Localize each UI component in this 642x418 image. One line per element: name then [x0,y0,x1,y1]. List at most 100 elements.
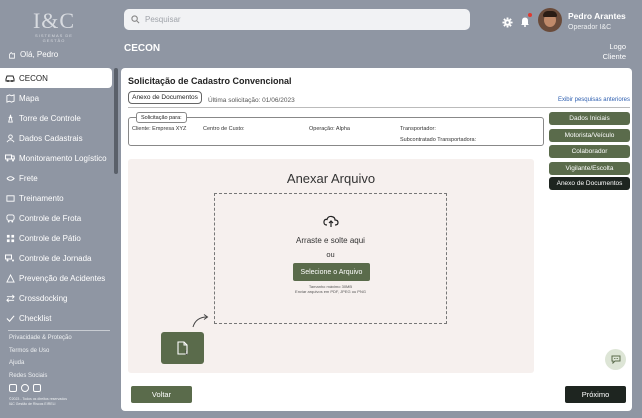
drag-drop-text: Arraste e solte aqui [296,236,365,245]
search-input[interactable] [145,15,445,24]
subcontratado-field: Subcontratado Transportadora: [400,137,477,143]
sidebar-item-checklist[interactable]: Checklist [0,308,112,328]
upload-title: Anexar Arquivo [286,171,376,186]
copyright: ©2023 - Todos os direitos reservados I&C… [9,397,67,407]
truck-icon [5,153,15,163]
training-icon [5,193,15,203]
dragged-file-tile[interactable] [161,332,204,364]
step-vigilante-escolta[interactable]: Vigilante/Escolta [549,162,630,175]
sidebar-item-controle-de-jornada[interactable]: Controle de Jornada [0,248,112,268]
file-dropzone[interactable]: Arraste e solte aqui ou Selecione o Arqu… [214,193,447,324]
sidebar-item-mapa[interactable]: Mapa [0,88,112,108]
sidebar-item-label: Frete [19,173,38,183]
notification-bell-icon[interactable] [520,13,532,32]
sidebar-nav: CECON Mapa Torre de Controle Dados Cadas… [0,68,112,328]
sidebar-item-label: Controle de Jornada [19,253,92,263]
car-icon [5,73,15,83]
step-dados-iniciais[interactable]: Dados Iniciais [549,112,630,125]
show-previous-link[interactable]: Exibir pesquisas anteriores [558,97,630,103]
page-title: CECON [124,43,161,54]
sidebar-item-label: Crossdocking [19,293,68,303]
form-title: Solicitação de Cadastro Convencional [128,76,292,86]
sidebar-item-label: Mapa [19,93,40,103]
sidebar-item-prevencao-de-acidentes[interactable]: Prevenção de Acidentes [0,268,112,288]
or-text: ou [326,250,335,259]
logo-text: I&C [32,8,76,33]
freight-icon [5,173,15,183]
app-logo[interactable]: I&C SISTEMAS DE GESTÃO [28,8,80,44]
operacao-field: Operação: Alpha [309,126,350,132]
footer-link-privacy[interactable]: Privacidade & Proteção [9,335,72,348]
settings-gear-icon[interactable] [502,15,513,33]
footer-link-help[interactable]: Ajuda [9,360,72,373]
social-icons [9,384,41,392]
sidebar-item-monitoramento-logistico[interactable]: Monitoramento Logístico [0,148,112,168]
notification-dot [528,13,532,17]
sidebar-item-controle-de-patio[interactable]: Controle de Pátio [0,228,112,248]
checklist-icon [5,313,15,323]
map-icon [5,93,15,103]
next-button[interactable]: Próximo [565,386,626,403]
user-greeting: Olá, Pedro [8,50,58,59]
user-role: Operador I&C [568,24,612,31]
copyright-line-2: I&C Gestão de Riscos EIRELI [9,402,56,406]
sidebar-item-label: Torre de Controle [19,113,81,123]
last-request-date: Última solicitação: 01/06/2023 [208,97,295,104]
sidebar-item-label: Checklist [19,313,52,323]
request-for-legend: Solicitação para: [136,112,187,123]
sidebar-item-label: CECON [19,73,48,83]
linkedin-icon[interactable] [33,384,41,392]
yard-icon [5,233,15,243]
footer-link-terms[interactable]: Termos de Uso [9,348,72,361]
sidebar-item-label: Prevenção de Acidentes [19,273,106,283]
logo-subtext: SISTEMAS DE GESTÃO [35,33,73,43]
tower-icon [5,113,15,123]
journey-icon [5,253,15,263]
greeting-text: Olá, Pedro [20,50,59,59]
step-motorista-veiculo[interactable]: Motorista/Veículo [549,129,630,142]
cliente-field: Cliente: Empresa XYZ [132,126,187,132]
sidebar-item-label: Monitoramento Logístico [19,153,107,163]
sidebar-item-controle-de-frota[interactable]: Controle de Frota [0,208,112,228]
search-bar[interactable] [124,9,470,30]
back-button[interactable]: Voltar [131,386,192,403]
sidebar-item-label: Treinamento [19,193,64,203]
sidebar-item-treinamento[interactable]: Treinamento [0,188,112,208]
facebook-icon[interactable] [21,384,29,392]
curved-arrow-icon [192,314,210,333]
sidebar-scrollbar[interactable] [114,68,118,174]
centro-custo-field: Centro de Custo: [203,126,245,132]
sidebar-item-label: Dados Cadastrais [19,133,83,143]
sidebar-divider [8,330,110,331]
chat-bubble-icon [611,355,620,364]
header-divider [128,107,630,108]
sidebar: I&C SISTEMAS DE GESTÃO Olá, Pedro CECON … [0,0,120,418]
sidebar-item-torre-de-controle[interactable]: Torre de Controle [0,108,112,128]
request-for-box: Solicitação para: Cliente: Empresa XYZ C… [128,112,544,146]
sidebar-item-label: Controle de Pátio [19,233,81,243]
upload-panel: Anexar Arquivo Arraste e solte aqui ou S… [128,159,534,373]
accident-icon [5,273,15,283]
sidebar-item-label: Controle de Frota [19,213,82,223]
sidebar-item-cecon[interactable]: CECON [0,68,112,88]
cloud-upload-icon [323,215,339,233]
chat-button[interactable] [605,349,626,370]
main-card: Solicitação de Cadastro Convencional Ane… [121,68,632,411]
sidebar-item-frete[interactable]: Frete [0,168,112,188]
footer-links: Privacidade & Proteção Termos de Uso Aju… [9,335,72,385]
formats-text: Enviar arquivos em PDF, JPEG ou PNG [295,288,366,294]
tab-anexo-documentos[interactable]: Anexo de Documentos [128,91,202,104]
hand-wave-icon [9,51,15,59]
instagram-icon[interactable] [9,384,17,392]
search-icon [131,15,140,24]
sidebar-item-dados-cadastrais[interactable]: Dados Cadastrais [0,128,112,148]
avatar-hair [543,11,557,17]
transportador-field: Transportador: [400,126,436,132]
user-data-icon [5,133,15,143]
select-file-button[interactable]: Selecione o Arquivo [293,263,370,281]
sidebar-item-crossdocking[interactable]: Crossdocking [0,288,112,308]
client-logo-placeholder: Logo Cliente [602,42,626,61]
step-colaborador[interactable]: Colaborador [549,145,630,158]
step-anexo-documentos[interactable]: Anexo de Documentos [549,177,630,190]
user-avatar[interactable] [538,8,562,32]
